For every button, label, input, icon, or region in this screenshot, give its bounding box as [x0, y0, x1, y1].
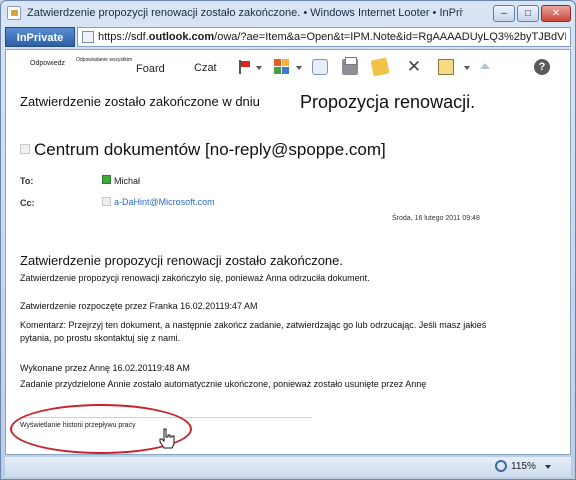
message-view: Odpowiedz Odpowiadanie wszystkim Foard C… — [5, 49, 571, 455]
address-bar: InPrivate https://sdf.outlook.com/owa/?a… — [5, 27, 571, 47]
categories-icon[interactable] — [274, 59, 290, 75]
url-text[interactable]: https://sdf.outlook.com/owa/?ae=Item&a=O… — [98, 31, 566, 43]
zoom-level[interactable]: 115% — [511, 461, 536, 472]
mark-unread-icon[interactable] — [370, 57, 390, 77]
to-recipient[interactable]: Michał — [114, 176, 140, 186]
rules-icon[interactable] — [312, 59, 328, 75]
zoom-icon[interactable] — [495, 460, 507, 472]
move-icon[interactable] — [438, 59, 454, 75]
body-paragraph: Wykonane przez Annę 16.02.20119:48 AM — [20, 363, 190, 373]
message-date: Środa, 16 lutego 2011 09:48 — [392, 215, 480, 222]
close-button[interactable]: ✕ — [541, 5, 571, 22]
chevron-down-icon[interactable] — [256, 66, 262, 70]
chat-button[interactable]: Czat — [194, 62, 217, 74]
subject-highlight: Propozycja renowacji. — [300, 92, 476, 112]
help-icon[interactable]: ? — [534, 59, 550, 75]
online-presence-icon — [102, 175, 111, 184]
chevron-down-icon[interactable] — [464, 66, 470, 70]
subject-text: Zatwierdzenie zostało zakończone w dniu — [20, 94, 260, 109]
hand-cursor-icon — [159, 428, 175, 449]
browser-window: Zatwierdzenie propozycji renowacji zosta… — [0, 0, 576, 480]
url-prefix: https://sdf. — [98, 31, 149, 43]
sender-row: Centrum dokumentów [no-reply@spoppe.com] — [20, 140, 560, 160]
message-toolbar: Odpowiedz Odpowiadanie wszystkim Foard C… — [6, 50, 570, 84]
chevron-down-icon[interactable] — [296, 66, 302, 70]
inprivate-badge[interactable]: InPrivate — [5, 27, 75, 47]
printer-icon[interactable] — [342, 57, 358, 75]
delete-icon[interactable]: ✕ — [406, 58, 422, 75]
flag-icon[interactable] — [236, 59, 252, 75]
body-paragraph: Zatwierdzenie propozycji renowacji zakoń… — [20, 273, 370, 283]
url-input[interactable]: https://sdf.outlook.com/owa/?ae=Item&a=O… — [77, 27, 571, 47]
presence-icon — [102, 197, 111, 206]
body-paragraph: Zatwierdzenie rozpoczęte przez Franka 16… — [20, 301, 258, 311]
cc-recipient[interactable]: a-DaHint@Microsoft.com — [114, 197, 215, 207]
page-icon — [7, 6, 21, 20]
reply-all-button[interactable]: Odpowiadanie wszystkim — [76, 57, 132, 63]
cc-label: Cc: — [20, 198, 35, 208]
forward-button[interactable]: Foard — [136, 63, 165, 75]
reply-button[interactable]: Odpowiedz — [30, 60, 65, 67]
presence-icon — [20, 144, 30, 154]
body-title: Zatwierdzenie propozycji renowacji zosta… — [20, 253, 343, 268]
url-domain: outlook.com — [148, 31, 215, 43]
to-label: To: — [20, 176, 34, 186]
page-icon — [82, 31, 94, 43]
minimize-button[interactable]: ‒ — [493, 5, 515, 22]
chevron-down-icon[interactable] — [545, 465, 551, 469]
maximize-button[interactable]: □ — [517, 5, 539, 22]
window-title: Zatwierdzenie propozycji renowacji zosta… — [27, 7, 463, 19]
sender-name[interactable]: Centrum dokumentów [no-reply@spoppe.com] — [34, 140, 386, 160]
body-paragraph: Zadanie przydzielone Annie zostało autom… — [20, 379, 427, 389]
status-bar: 115% — [5, 457, 571, 477]
up-arrow-icon[interactable] — [480, 63, 490, 69]
body-paragraph: Komentarz: Przejrzyj ten dokument, a nas… — [20, 320, 487, 343]
url-path: /owa/?ae=Item&a=Open&t=IPM.Note&id=RgAAA… — [214, 31, 566, 43]
title-bar[interactable]: Zatwierdzenie propozycji renowacji zosta… — [1, 1, 575, 25]
